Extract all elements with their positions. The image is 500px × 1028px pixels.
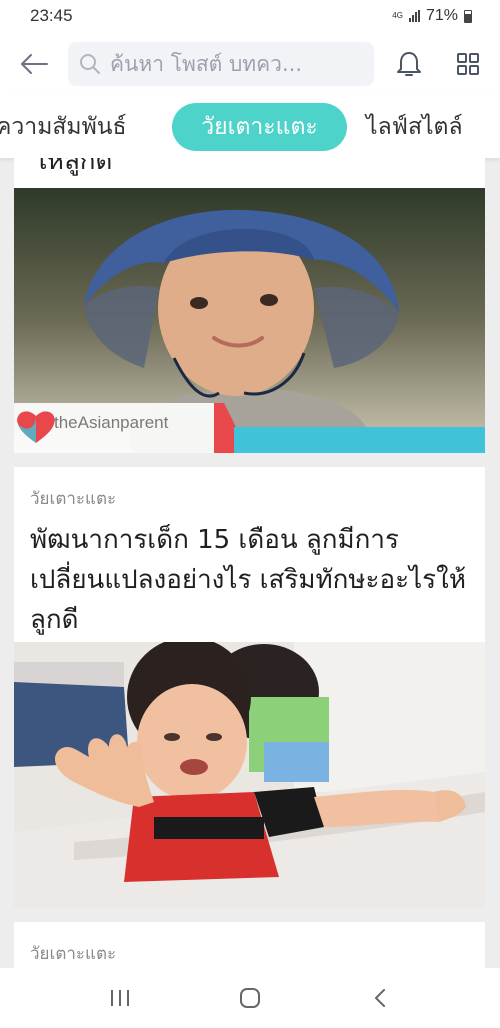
chevron-left-icon	[375, 989, 385, 1007]
category-tabs: ความสัมพันธ์ วัยเตาะแตะ ไลฟ์สไตล์	[0, 96, 500, 158]
article-category[interactable]: วัยเตาะแตะ	[14, 922, 485, 967]
article-card[interactable]: ให้ลูกดี theAsianparent	[14, 158, 485, 453]
article-image[interactable]	[14, 642, 485, 908]
top-bar: ค้นหา โพสต์ บทคว...	[0, 32, 500, 96]
home-icon	[240, 988, 260, 1008]
grid-icon	[457, 53, 479, 75]
search-placeholder: ค้นหา โพสต์ บทคว...	[110, 51, 303, 76]
article-card[interactable]: วัยเตาะแตะ พัฒนาการเด็ก 15 เดือน ลูกมีกา…	[14, 467, 485, 908]
tab-relationships[interactable]: ความสัมพันธ์	[0, 103, 127, 151]
battery-percent: 71%	[425, 7, 458, 24]
network-indicator: 4G	[392, 12, 403, 20]
system-back-button[interactable]	[315, 968, 445, 1028]
home-button[interactable]	[185, 968, 315, 1028]
search-icon	[80, 54, 100, 74]
battery-icon	[464, 9, 472, 23]
status-bar: 23:45 4G 71%	[0, 0, 500, 32]
status-icons: 4G 71%	[392, 7, 472, 25]
back-button[interactable]	[0, 32, 68, 96]
status-time: 23:45	[30, 6, 73, 25]
image-logo-text: theAsianparent	[54, 413, 169, 432]
network-type: 4G	[392, 11, 403, 20]
system-nav-bar	[0, 968, 500, 1028]
menu-grid-button[interactable]	[440, 32, 496, 96]
tab-toddler[interactable]: วัยเตาะแตะ	[172, 103, 347, 151]
article-category[interactable]: วัยเตาะแตะ	[14, 467, 485, 512]
arrow-left-icon	[21, 54, 48, 74]
bell-icon	[397, 52, 421, 76]
article-title[interactable]: ให้ลูกดี	[14, 158, 485, 178]
article-title[interactable]: พัฒนาการเด็ก 15 เดือน ลูกมีการเปลี่ยนแปล…	[14, 512, 485, 640]
notifications-button[interactable]	[378, 32, 440, 96]
tab-lifestyle[interactable]: ไลฟ์สไตล์	[366, 103, 463, 151]
signal-icon	[408, 10, 420, 22]
search-input[interactable]: ค้นหา โพสต์ บทคว...	[68, 42, 374, 86]
article-image[interactable]: theAsianparent	[14, 188, 485, 453]
recents-icon	[111, 990, 129, 1006]
recents-button[interactable]	[55, 968, 185, 1028]
